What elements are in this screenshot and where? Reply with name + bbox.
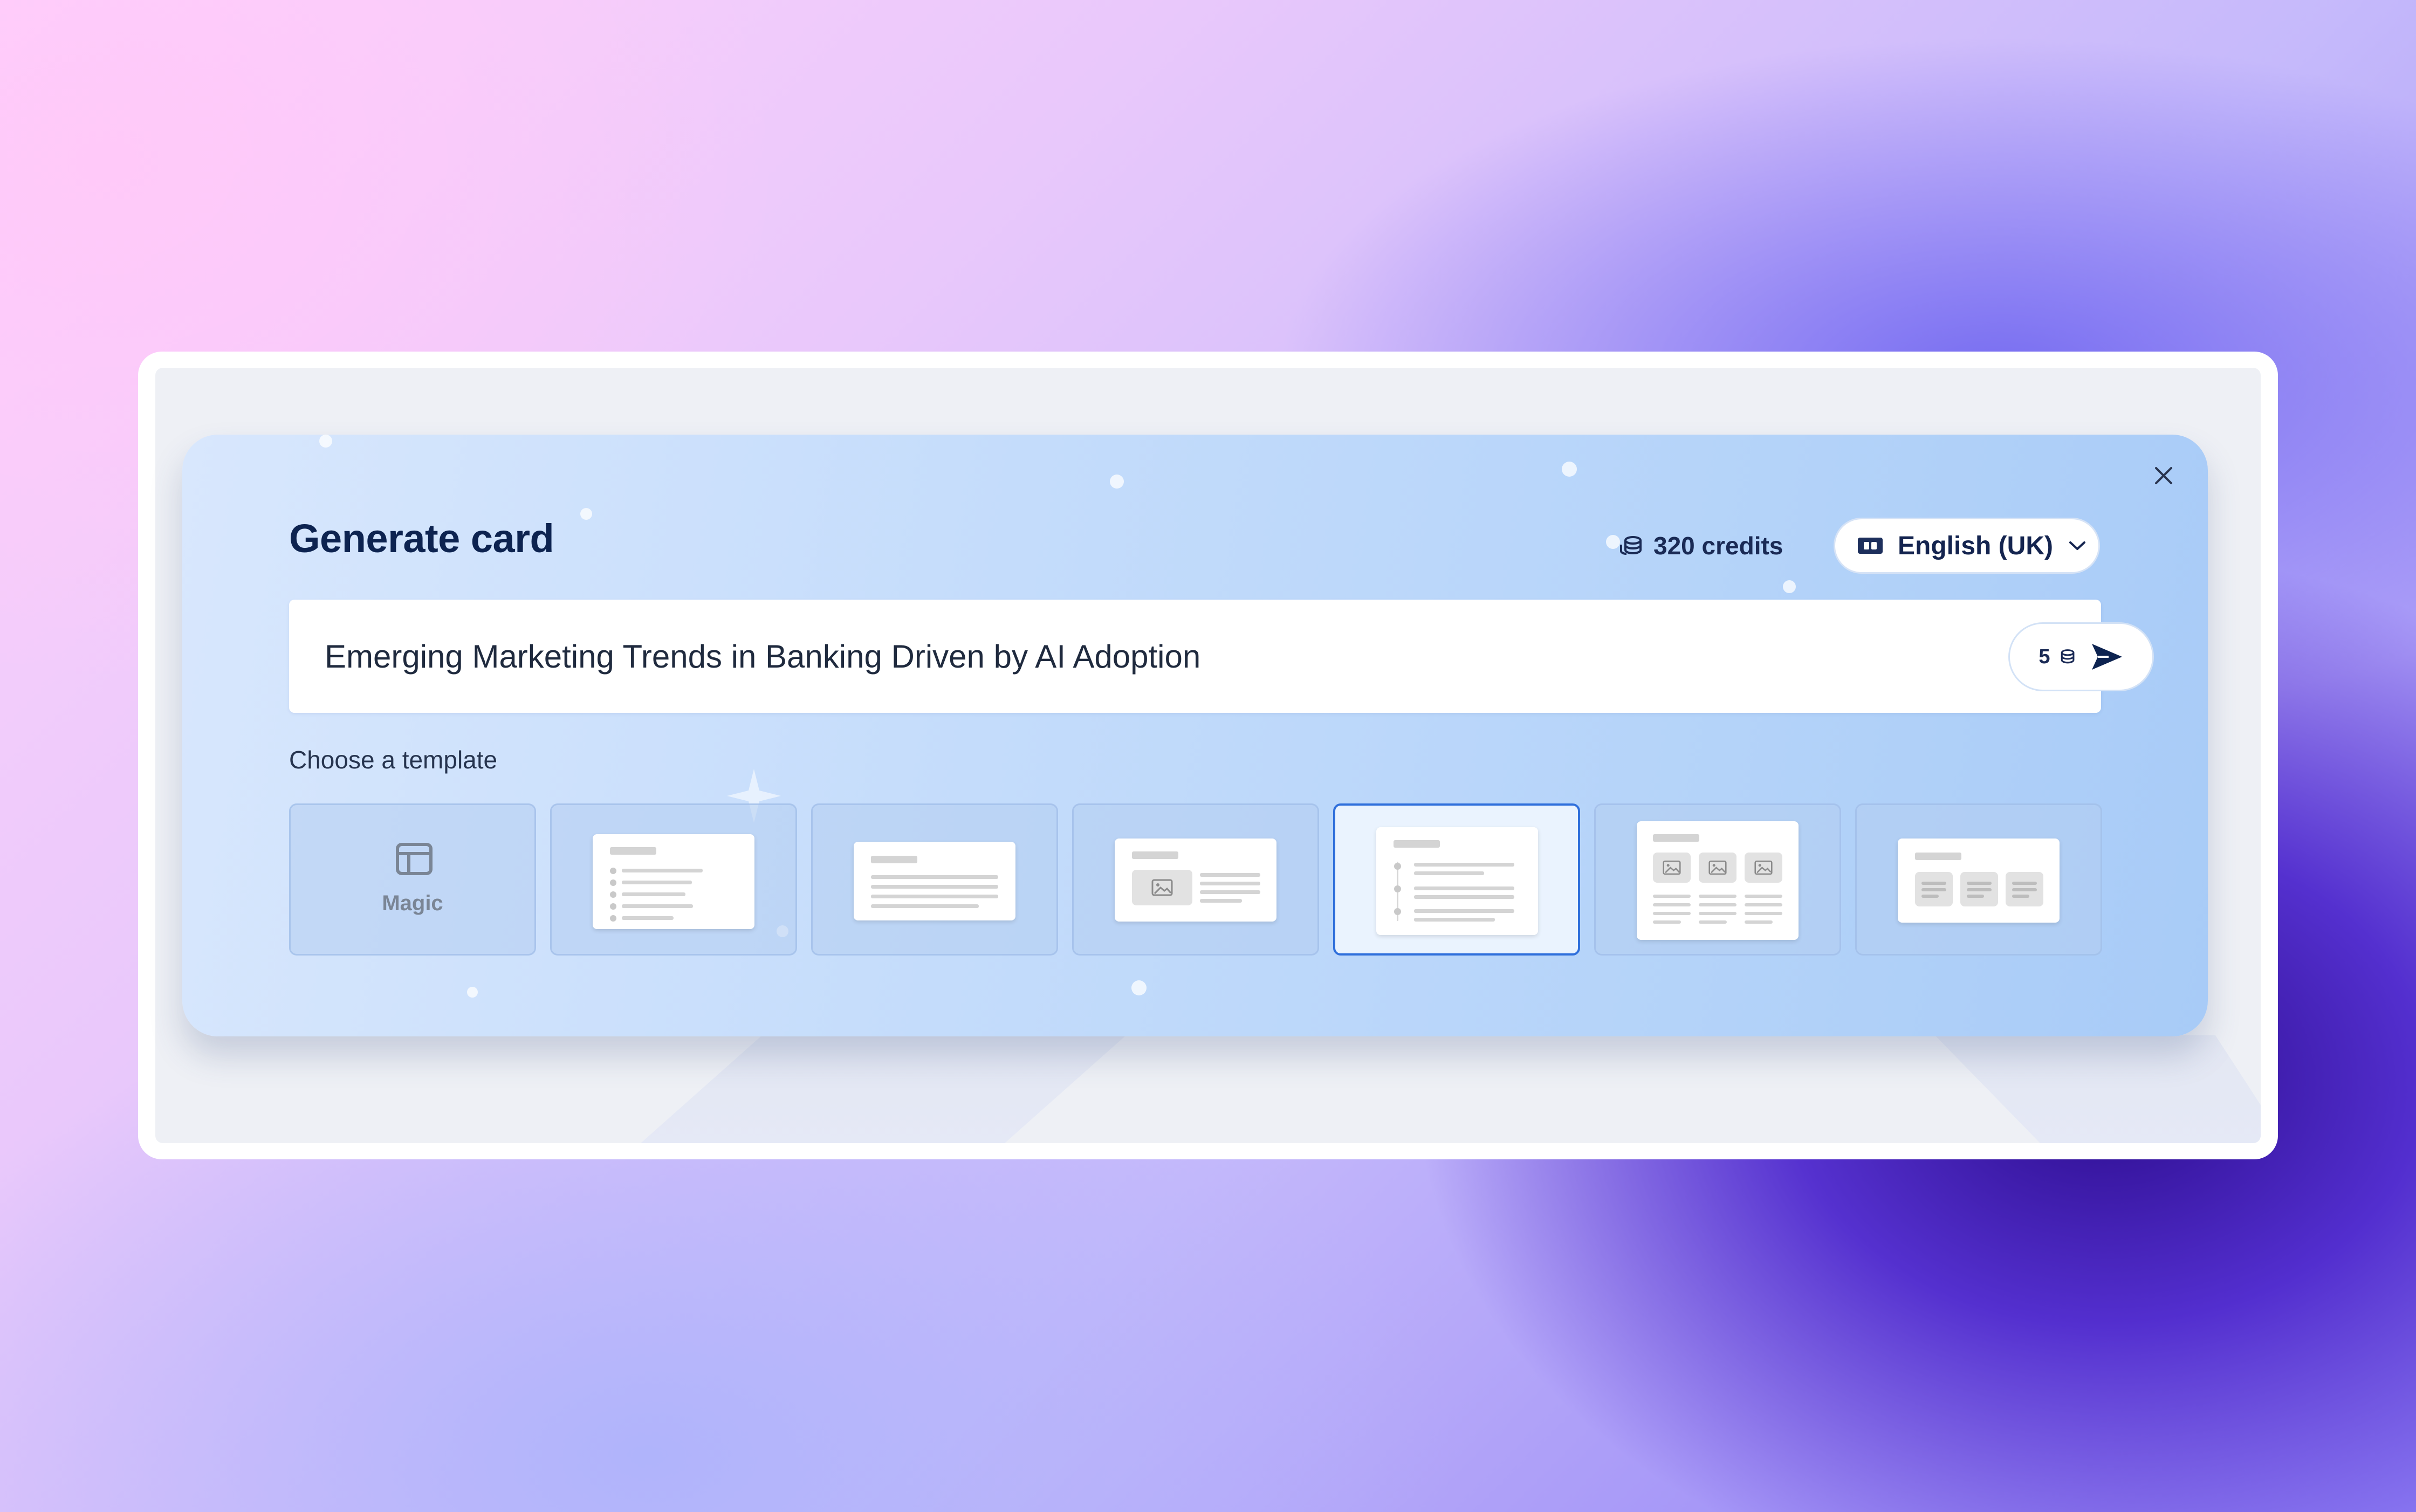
light-beam [1935,1035,2261,1143]
template-heading: Choose a template [289,746,498,774]
particle [1783,580,1796,593]
close-icon [2155,467,2172,484]
language-label: English (UK) [1898,531,2053,560]
template-magic[interactable]: Magic [289,803,536,956]
template-three-columns[interactable] [1855,803,2102,956]
light-beam [641,1035,1126,1143]
coins-icon [2061,649,2075,664]
template-bullet-list[interactable] [550,803,797,956]
credits-label: 320 credits [1653,532,1783,560]
template-text[interactable] [811,803,1058,956]
template-thumbnail [1898,839,2060,923]
template-image-text[interactable] [1072,803,1319,956]
particle [1606,535,1620,549]
credits-indicator: 320 credits [1619,530,1783,562]
prompt-box: Emerging Marketing Trends in Banking Dri… [289,600,2154,713]
template-timeline[interactable] [1333,803,1580,956]
chevron-down-icon [2069,541,2085,550]
language-select[interactable]: English (UK) [1834,518,2100,574]
particle [580,508,592,520]
particle [467,987,478,998]
generate-card-modal: Generate card 320 credits English (UK) E… [182,435,2208,1036]
prompt-input[interactable]: Emerging Marketing Trends in Banking Dri… [325,600,1889,713]
send-cost: 5 [2038,645,2075,669]
coins-icon [1620,536,1642,555]
template-thumbnail [854,842,1015,920]
template-three-images[interactable] [1594,803,1841,956]
send-cost-value: 5 [2038,645,2050,668]
template-thumbnail [1115,839,1276,922]
send-icon [2091,644,2122,670]
close-button[interactable] [2149,461,2179,491]
particle [319,435,332,448]
template-label: Magic [382,891,443,915]
modal-title: Generate card [289,516,554,561]
language-icon [1858,538,1883,554]
template-thumbnail [1637,821,1799,940]
particle [1110,475,1124,489]
layout-icon [396,843,433,875]
template-thumbnail [1376,827,1538,935]
particle [1562,462,1577,477]
particle [1131,980,1147,995]
send-button[interactable]: 5 [2008,622,2154,691]
template-thumbnail [593,834,754,929]
